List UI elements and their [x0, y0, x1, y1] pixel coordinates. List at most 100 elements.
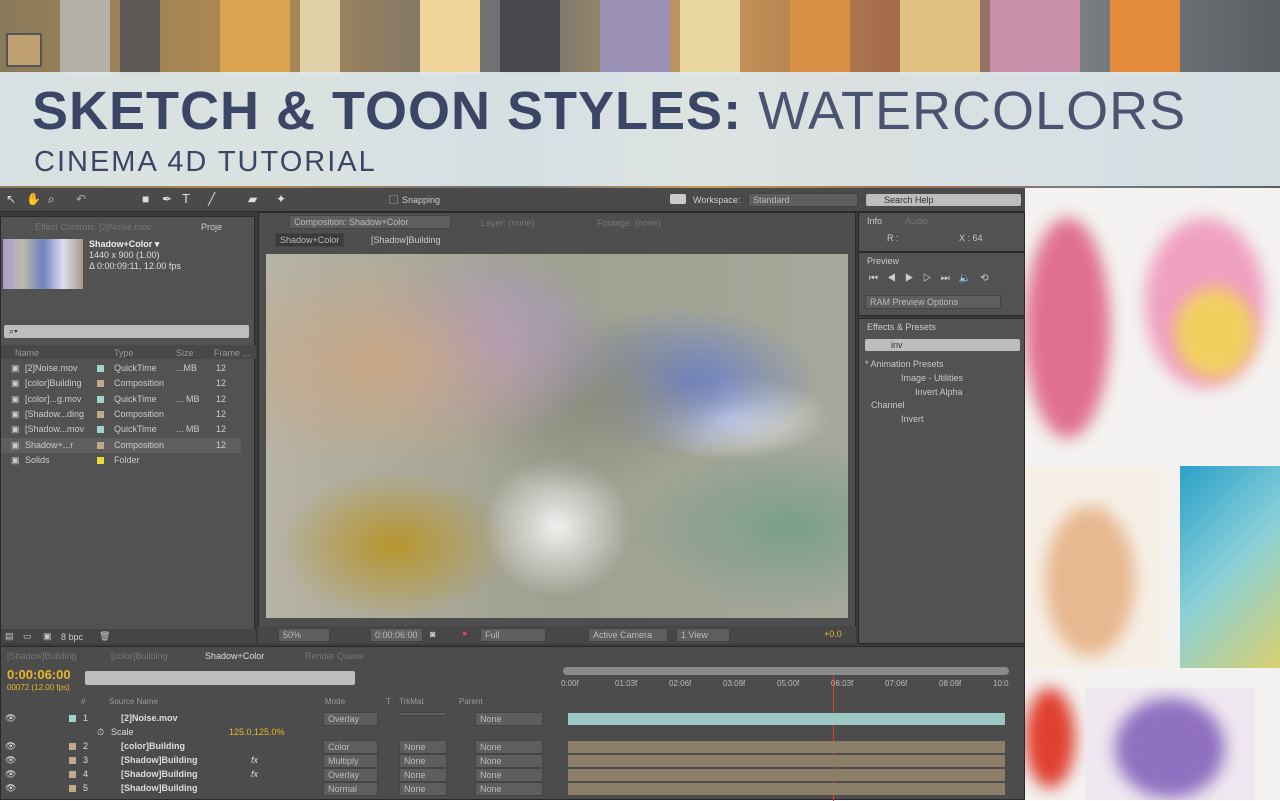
label-color[interactable]: [69, 743, 76, 750]
tree-invert-alpha[interactable]: Invert Alpha: [915, 387, 963, 397]
puppet-tool-icon[interactable]: ✦: [276, 192, 286, 206]
timeline-tab[interactable]: [Shadow]Building: [7, 651, 77, 661]
timeline-search-input[interactable]: [85, 671, 355, 685]
project-item[interactable]: ▣ [Shadow...ding Composition 12: [1, 407, 241, 422]
parent-select[interactable]: None: [475, 712, 543, 726]
fx-icon[interactable]: fx: [251, 769, 258, 779]
timeline-tab[interactable]: Render Queue: [305, 651, 364, 661]
mode-select[interactable]: Overlay: [323, 768, 378, 782]
layer-row[interactable]: 👁 4 [Shadow]Building fx Overlay None Non…: [1, 768, 561, 782]
project-item[interactable]: ▣ Solids Folder: [1, 453, 241, 468]
tab-footage[interactable]: Footage: (none): [597, 218, 661, 228]
layer-row[interactable]: 👁 3 [Shadow]Building fx Multiply None No…: [1, 754, 561, 768]
label-color[interactable]: [97, 426, 104, 434]
layer-name[interactable]: [Shadow]Building: [121, 769, 198, 779]
exposure-value[interactable]: +0.0: [824, 629, 842, 639]
scale-property[interactable]: ⏱ Scale 125.0,125.0%: [1, 726, 561, 740]
eye-icon[interactable]: 👁: [5, 741, 16, 752]
fx-icon[interactable]: fx: [251, 755, 258, 765]
search-help-input[interactable]: Search Help: [866, 194, 1021, 206]
tree-animation-presets[interactable]: * Animation Presets: [865, 359, 944, 369]
time-ruler[interactable]: 0:00f 01:03f 02:06f 03:09f 05:00f 06:03f 07:06…: [561, 677, 1011, 691]
resolution-select[interactable]: Full: [480, 628, 546, 642]
comp-name[interactable]: Shadow+Color ▾: [89, 239, 159, 250]
eye-icon[interactable]: 👁: [5, 769, 16, 780]
magnification-select[interactable]: 50%: [278, 628, 330, 642]
trkmat-select[interactable]: None: [399, 740, 447, 754]
layer-name[interactable]: [Shadow]Building: [121, 783, 198, 793]
scale-value[interactable]: 125.0,125.0%: [229, 727, 285, 737]
views-select[interactable]: 1 View: [676, 628, 730, 642]
tab-layer[interactable]: Layer: (none): [481, 218, 535, 228]
parent-select[interactable]: None: [475, 782, 543, 796]
tree-invert[interactable]: Invert: [901, 414, 924, 424]
work-area-bar[interactable]: [563, 667, 1009, 675]
eraser-tool-icon[interactable]: ▰: [248, 192, 257, 206]
mode-select[interactable]: Overlay: [323, 712, 378, 726]
bpc-button[interactable]: 8 bpc: [61, 632, 83, 642]
layer-duration-bar[interactable]: [568, 713, 1005, 725]
new-comp-icon[interactable]: ▣: [43, 631, 52, 642]
tab-preview[interactable]: Preview: [867, 256, 899, 266]
rectangle-tool-icon[interactable]: ■: [142, 192, 149, 206]
tab-project[interactable]: Proje: [201, 222, 222, 232]
text-tool-icon[interactable]: T: [182, 191, 190, 206]
stopwatch-icon[interactable]: ⏱: [97, 727, 104, 738]
tab-composition[interactable]: Composition: Shadow+Color: [289, 215, 451, 229]
trkmat-select[interactable]: None: [399, 754, 447, 768]
selection-tool-icon[interactable]: ↖: [6, 192, 16, 206]
trkmat-select[interactable]: None: [399, 782, 447, 796]
project-item[interactable]: ▣ [2]Noise.mov QuickTime ...MB 12: [1, 361, 241, 376]
col-frame[interactable]: Frame ...: [214, 348, 250, 358]
label-color[interactable]: [97, 441, 104, 449]
channel-icon[interactable]: ●: [462, 628, 467, 638]
project-item[interactable]: ▣ [color]Building Composition 12: [1, 376, 241, 391]
tree-image-utilities[interactable]: Image - Utilities: [901, 373, 963, 383]
pen-tool-icon[interactable]: ✒: [162, 192, 172, 206]
camera-select[interactable]: Active Camera: [588, 628, 668, 642]
layer-duration-bar[interactable]: [568, 769, 1005, 781]
new-folder-icon[interactable]: ▭: [23, 631, 32, 642]
label-color[interactable]: [97, 456, 104, 464]
rotate-tool-icon[interactable]: ↶: [76, 192, 86, 206]
tab-effects-presets[interactable]: Effects & Presets: [867, 322, 936, 332]
layer-row[interactable]: 👁 2 [color]Building Color None None: [1, 740, 561, 754]
trkmat-select[interactable]: None: [399, 768, 447, 782]
layer-row[interactable]: 👁 1 [2]Noise.mov Overlay None: [1, 712, 561, 726]
parent-select[interactable]: None: [475, 740, 543, 754]
breadcrumb-shadow-building[interactable]: [Shadow]Building: [371, 235, 441, 245]
effects-search-input[interactable]: inv: [865, 339, 1020, 351]
snapping-checkbox[interactable]: [389, 195, 398, 204]
hand-tool-icon[interactable]: ✋: [26, 192, 41, 206]
label-color[interactable]: [97, 410, 104, 418]
mode-select[interactable]: Color: [323, 740, 378, 754]
label-color[interactable]: [97, 365, 104, 372]
workspace-select[interactable]: Standard: [748, 193, 858, 207]
timeline-tab[interactable]: Shadow+Color: [205, 651, 264, 661]
label-color[interactable]: [69, 771, 76, 778]
tab-effect-controls[interactable]: Effect Controls: [2]Noise.mov: [35, 222, 151, 232]
trash-icon[interactable]: 🗑: [99, 631, 110, 642]
layer-row[interactable]: 👁 5 [Shadow]Building Normal None None: [1, 782, 561, 796]
layer-duration-bar[interactable]: [568, 783, 1005, 795]
project-item[interactable]: ▣ Shadow+...r Composition 12: [1, 437, 241, 453]
parent-select[interactable]: None: [475, 754, 543, 768]
label-color[interactable]: [69, 757, 76, 764]
eye-icon[interactable]: 👁: [5, 713, 16, 724]
layer-duration-bar[interactable]: [568, 741, 1005, 753]
eye-icon[interactable]: 👁: [5, 783, 16, 794]
ram-preview-select[interactable]: RAM Preview Options: [865, 295, 1001, 309]
layer-name[interactable]: [Shadow]Building: [121, 755, 198, 765]
eye-icon[interactable]: 👁: [5, 755, 16, 766]
workspace-icon[interactable]: [670, 194, 686, 204]
zoom-tool-icon[interactable]: ⌕: [48, 192, 55, 207]
col-type[interactable]: Type: [114, 348, 134, 358]
tab-audio[interactable]: Audio: [905, 216, 928, 226]
current-time-display[interactable]: 0:00:06:00: [370, 628, 423, 642]
brush-tool-icon[interactable]: ╱: [208, 192, 215, 206]
composition-viewer[interactable]: [266, 254, 848, 618]
preview-controls[interactable]: ⏮◀▶▷⏭🔈⟲: [869, 273, 998, 284]
project-search-input[interactable]: ⌕▾: [4, 325, 249, 338]
project-item[interactable]: ▣ [color]...g.mov QuickTime ... MB 12: [1, 392, 241, 407]
timecode[interactable]: 0:00:06:00: [7, 667, 71, 682]
